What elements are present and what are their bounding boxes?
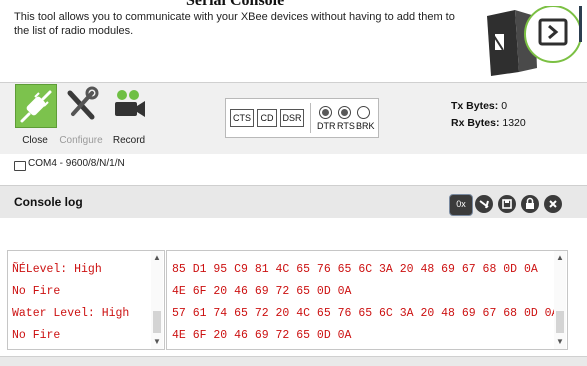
close-console-icon[interactable] <box>544 195 562 213</box>
clear-console-icon[interactable] <box>475 195 493 213</box>
plug-disconnect-icon <box>15 84 57 128</box>
hex-scrollbar[interactable]: ▲ ▼ <box>554 251 566 349</box>
cd-indicator: CD <box>257 109 277 127</box>
console-ascii-line: No Fire <box>12 329 61 342</box>
hex-toggle-label: 0x <box>456 199 466 209</box>
console-hex-pane[interactable]: 85 D1 95 C9 81 4C 65 76 65 6C 3A 20 48 6… <box>166 250 568 350</box>
serial-port-icon <box>14 161 26 171</box>
serial-console-illustration-icon <box>487 6 582 76</box>
console-title: Console log <box>14 195 83 209</box>
serial-lines-panel: CTS CD DSR DTR RTS BRK <box>225 98 379 138</box>
console-hex-line: 4E 6F 20 46 69 72 65 0D 0A <box>172 329 352 342</box>
tool-description: This tool allows you to communicate with… <box>14 11 455 37</box>
hex-toggle-icon[interactable]: 0x <box>449 194 473 216</box>
scroll-down-icon[interactable]: ▼ <box>555 337 565 346</box>
scroll-down-icon[interactable]: ▼ <box>152 337 162 346</box>
console-hex-line: 85 D1 95 C9 81 4C 65 76 65 6C 3A 20 48 6… <box>172 263 538 276</box>
brk-label: BRK <box>356 121 375 131</box>
scroll-up-icon[interactable]: ▲ <box>152 253 162 262</box>
configure-button[interactable]: Configure <box>59 82 103 152</box>
rx-bytes-label: Rx Bytes: <box>451 117 500 129</box>
configure-button-label: Configure <box>59 135 103 146</box>
close-button[interactable]: Close <box>13 82 57 152</box>
console-hex-line: 4E 6F 20 46 69 72 65 0D 0A <box>172 285 352 298</box>
lock-icon[interactable] <box>521 195 539 213</box>
byte-counters: Tx Bytes: 0 Rx Bytes: 1320 <box>451 98 526 132</box>
record-button-label: Record <box>112 135 146 146</box>
dtr-toggle[interactable] <box>319 106 332 119</box>
ascii-scrollbar[interactable]: ▲ ▼ <box>151 251 163 349</box>
page-title: Serial Console <box>186 0 285 9</box>
console-ascii-line: No Fire <box>12 285 61 298</box>
close-button-label: Close <box>22 135 48 146</box>
console-ascii-line: ÑÉLevel: High <box>12 263 102 276</box>
tx-bytes-value: 0 <box>501 100 508 112</box>
brk-toggle[interactable] <box>357 106 370 119</box>
rx-bytes-value: 1320 <box>502 117 526 129</box>
console-ascii-pane[interactable]: ÑÉLevel: High No Fire Water Level: High … <box>7 250 165 350</box>
dsr-indicator: DSR <box>280 109 304 127</box>
console-ascii-line: Water Level: High <box>12 307 130 320</box>
rts-toggle[interactable] <box>338 106 351 119</box>
record-button[interactable]: Record <box>107 82 151 152</box>
dtr-label: DTR <box>317 121 336 131</box>
separator <box>310 103 311 133</box>
rts-label: RTS <box>337 121 355 131</box>
cts-indicator: CTS <box>230 109 254 127</box>
console-hex-line: 57 61 74 65 72 20 4C 65 76 65 6C 3A 20 4… <box>172 307 559 320</box>
video-camera-icon <box>109 84 149 126</box>
connection-settings: COM4 - 9600/8/N/1/N <box>28 158 125 169</box>
scroll-up-icon[interactable]: ▲ <box>555 253 565 262</box>
save-icon[interactable] <box>498 195 516 213</box>
tx-bytes-label: Tx Bytes: <box>451 100 499 112</box>
tools-icon <box>61 84 101 126</box>
hex-scroll-thumb[interactable] <box>556 311 564 333</box>
ascii-scroll-thumb[interactable] <box>153 311 161 333</box>
